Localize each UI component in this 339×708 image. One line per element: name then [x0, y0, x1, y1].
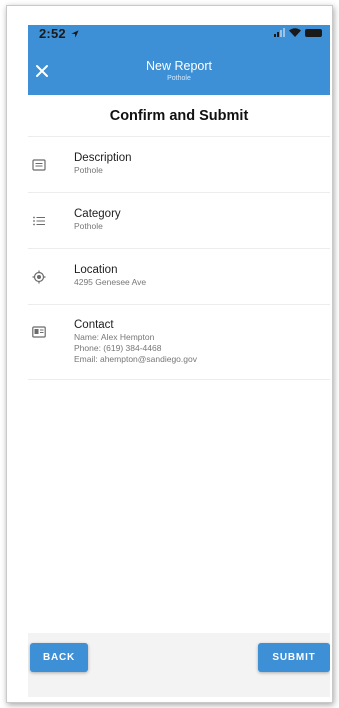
phone-screen: 2:52 New Report Pothole Confirm and Subm… [28, 25, 330, 697]
summary-item-contact[interactable]: Contact Name: Alex Hempton Phone: (619) … [28, 304, 330, 380]
header-subtitle: Pothole [167, 75, 191, 82]
submit-button[interactable]: SUBMIT [258, 643, 330, 672]
summary-item-category[interactable]: Category Pothole [28, 192, 330, 248]
category-value: Pothole [74, 221, 103, 231]
wifi-icon [289, 28, 301, 37]
page-title: Confirm and Submit [109, 108, 249, 124]
location-value: 4295 Genesee Ave [74, 277, 147, 287]
location-target-icon [32, 270, 46, 284]
back-button[interactable]: BACK [30, 643, 88, 672]
summary-item-location[interactable]: Location 4295 Genesee Ave [28, 248, 330, 304]
description-icon [32, 159, 46, 171]
contact-email: Email: ahempton@sandiego.gov [74, 354, 197, 364]
contact-name: Name: Alex Hempton [74, 332, 155, 342]
bottom-action-bar: BACK SUBMIT [28, 633, 330, 697]
contact-label: Contact [74, 319, 114, 331]
cellular-signal-icon [274, 28, 285, 37]
location-arrow-icon [71, 30, 79, 38]
location-label: Location [74, 264, 118, 276]
category-list-icon [33, 216, 45, 226]
header-title: New Report [146, 59, 212, 73]
status-icons [274, 28, 322, 37]
screenshot-frame: 2:52 New Report Pothole Confirm and Subm… [6, 5, 333, 703]
description-label: Description [74, 152, 132, 164]
summary-list: Description Pothole Category Pothole Loc… [28, 136, 330, 380]
description-value: Pothole [74, 165, 103, 175]
battery-icon [305, 28, 322, 37]
summary-item-description[interactable]: Description Pothole [28, 136, 330, 192]
contact-card-icon [32, 326, 46, 338]
category-label: Category [74, 208, 121, 220]
app-header: 2:52 New Report Pothole [28, 25, 330, 95]
time-text: 2:52 [39, 26, 66, 41]
contact-phone: Phone: (619) 384-4468 [74, 343, 162, 353]
status-time: 2:52 [39, 26, 79, 41]
